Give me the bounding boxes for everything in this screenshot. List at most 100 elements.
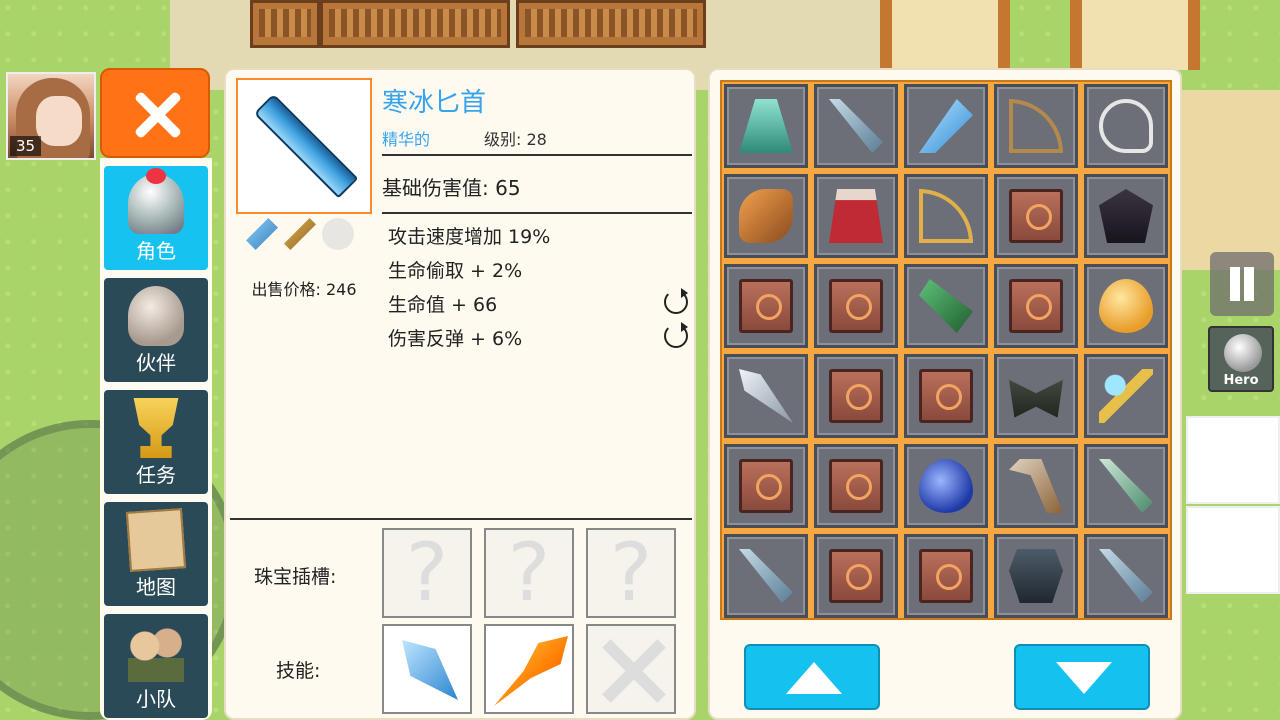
inventory-slot[interactable] bbox=[904, 264, 988, 348]
inventory-slot[interactable] bbox=[814, 534, 898, 618]
reroll-icon[interactable] bbox=[664, 288, 688, 314]
divider bbox=[382, 154, 692, 156]
skill-ice-arrow[interactable] bbox=[382, 624, 472, 714]
inventory-slot[interactable] bbox=[904, 84, 988, 168]
close-icon bbox=[134, 88, 180, 142]
nav-item-quests[interactable]: 任务 bbox=[104, 390, 208, 494]
map-scroll-icon bbox=[125, 508, 187, 572]
trophy-icon bbox=[133, 398, 179, 458]
hero-button[interactable]: Hero bbox=[1208, 326, 1274, 392]
inventory-slot[interactable] bbox=[994, 84, 1078, 168]
inventory-slot[interactable] bbox=[994, 264, 1078, 348]
inventory-slot[interactable] bbox=[724, 264, 808, 348]
inventory-slot[interactable] bbox=[994, 444, 1078, 528]
plate-armor-icon bbox=[1009, 549, 1063, 603]
spellbook-icon bbox=[919, 369, 973, 423]
inventory-slot[interactable] bbox=[904, 534, 988, 618]
gem-slots-label: 珠宝插槽: bbox=[254, 566, 337, 588]
stat-line: 伤害反弹 + 6% bbox=[388, 328, 523, 350]
gem-slot-2[interactable] bbox=[484, 528, 574, 618]
side-nav: 角色 伙伴 任务 地图 小队 bbox=[100, 158, 212, 720]
inventory-slot[interactable] bbox=[814, 354, 898, 438]
sell-price: 出售价格: 246 bbox=[251, 280, 357, 299]
quick-slot-fire-sword[interactable] bbox=[1186, 416, 1280, 504]
magic-staff-icon bbox=[1099, 369, 1153, 423]
dagger-icon bbox=[919, 99, 973, 153]
hero-label: Hero bbox=[1223, 373, 1259, 388]
gem-slot-3[interactable] bbox=[586, 528, 676, 618]
scroll-down-button[interactable] bbox=[1014, 644, 1150, 710]
spellbook-icon bbox=[1009, 279, 1063, 333]
inventory-slot[interactable] bbox=[1084, 534, 1168, 618]
nav-item-team[interactable]: 小队 bbox=[104, 614, 208, 718]
spellbook-icon bbox=[919, 549, 973, 603]
skill-locked[interactable] bbox=[586, 624, 676, 714]
stat-line: 生命值 + 66 bbox=[388, 294, 498, 316]
inventory-slot[interactable] bbox=[724, 444, 808, 528]
horn-icon bbox=[739, 189, 793, 243]
inventory-slot[interactable] bbox=[1084, 264, 1168, 348]
inventory-slot[interactable] bbox=[994, 174, 1078, 258]
item-type-icons bbox=[244, 216, 364, 252]
quick-slot-dark-bow[interactable] bbox=[1186, 506, 1280, 594]
sapphire-drop-icon bbox=[919, 459, 973, 513]
player-level: 35 bbox=[10, 136, 42, 156]
team-icon bbox=[128, 622, 184, 682]
inventory-slot[interactable] bbox=[814, 84, 898, 168]
stat-line: 攻击速度增加 19% bbox=[388, 226, 551, 248]
inventory-slot[interactable] bbox=[994, 354, 1078, 438]
player-portrait[interactable]: 35 bbox=[6, 72, 96, 160]
claw-icon bbox=[919, 279, 973, 333]
spellbook-icon bbox=[829, 369, 883, 423]
dagger-type-icon bbox=[246, 218, 278, 250]
moth-armor-icon bbox=[1009, 379, 1063, 418]
gem-slot-1[interactable] bbox=[382, 528, 472, 618]
inventory-slot[interactable] bbox=[904, 354, 988, 438]
inventory-slot[interactable] bbox=[724, 354, 808, 438]
inventory-slot[interactable] bbox=[814, 444, 898, 528]
staff-type-icon bbox=[322, 218, 354, 250]
sword-icon bbox=[739, 549, 793, 603]
inventory-slot[interactable] bbox=[724, 534, 808, 618]
golden-bow-icon bbox=[919, 189, 973, 243]
divider bbox=[230, 518, 692, 520]
inventory-slot[interactable] bbox=[814, 264, 898, 348]
scroll-up-button[interactable] bbox=[744, 644, 880, 710]
nav-label: 角色 bbox=[136, 239, 176, 263]
hero-helmet-icon bbox=[1224, 334, 1262, 372]
sword-icon bbox=[829, 99, 883, 153]
inventory-slot[interactable] bbox=[1084, 354, 1168, 438]
cloak-icon bbox=[739, 99, 793, 153]
inventory-slot[interactable] bbox=[814, 174, 898, 258]
inventory-slot[interactable] bbox=[904, 174, 988, 258]
sword-icon bbox=[1099, 549, 1153, 603]
nav-item-character[interactable]: 角色 bbox=[104, 166, 208, 270]
pause-button[interactable] bbox=[1210, 252, 1274, 316]
inventory-slot[interactable] bbox=[1084, 444, 1168, 528]
inventory-slot[interactable] bbox=[1084, 84, 1168, 168]
inventory-slot[interactable] bbox=[904, 444, 988, 528]
reroll-icon[interactable] bbox=[664, 322, 688, 348]
stat-line: 生命偷取 + 2% bbox=[388, 260, 523, 282]
nav-label: 地图 bbox=[136, 575, 176, 599]
skill-fire-dagger[interactable] bbox=[484, 624, 574, 714]
nav-label: 小队 bbox=[136, 687, 176, 711]
inventory-panel bbox=[708, 68, 1182, 720]
inventory-slot[interactable] bbox=[724, 84, 808, 168]
inventory-slot[interactable] bbox=[1084, 174, 1168, 258]
inventory-slot[interactable] bbox=[724, 174, 808, 258]
spellbook-icon bbox=[1009, 189, 1063, 243]
spellbook-icon bbox=[829, 549, 883, 603]
nav-item-map[interactable]: 地图 bbox=[104, 502, 208, 606]
close-button[interactable] bbox=[100, 68, 210, 158]
nav-label: 任务 bbox=[136, 463, 176, 487]
item-quality: 精华的 bbox=[382, 130, 431, 149]
spellbook-icon bbox=[739, 279, 793, 333]
inventory-grid bbox=[720, 80, 1172, 620]
scythe-icon bbox=[1009, 459, 1063, 513]
item-image-frame bbox=[236, 78, 372, 214]
divider bbox=[382, 212, 692, 214]
nav-item-partner[interactable]: 伙伴 bbox=[104, 278, 208, 382]
inventory-slot[interactable] bbox=[994, 534, 1078, 618]
helmet-icon bbox=[128, 168, 184, 234]
